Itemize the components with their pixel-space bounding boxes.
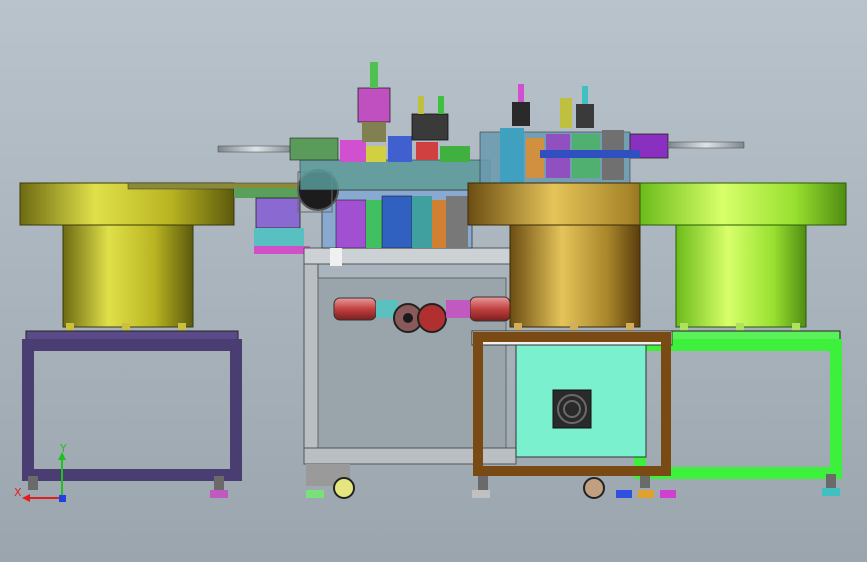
center-frame-bottom	[303, 447, 517, 465]
right-block-teal	[500, 128, 524, 184]
left-stand-frame	[22, 339, 242, 481]
triad-x-label: X	[14, 486, 22, 499]
column-block-green	[366, 200, 382, 248]
right-bowl-foot	[680, 323, 688, 331]
triad-z-origin	[59, 495, 66, 502]
track-bracket	[234, 188, 302, 198]
center-lower-block	[330, 248, 342, 266]
left-bowl-foot	[66, 323, 74, 331]
right-bowl-foot	[792, 323, 800, 331]
left-bowl-foot	[122, 323, 130, 331]
left-stand-leg	[214, 476, 224, 490]
brown-stand-foot	[472, 490, 490, 498]
right-cylinder-b-rod	[582, 86, 588, 104]
upper-block-yellow	[366, 146, 386, 162]
left-push-rod	[217, 145, 295, 153]
cad-viewport[interactable]: Y X	[0, 0, 867, 562]
track-support	[254, 228, 304, 248]
right-caster-wheel	[583, 477, 605, 499]
cylinder-left-column	[362, 122, 386, 142]
left-stand-leg	[28, 476, 38, 490]
left-bowl-foot	[178, 323, 186, 331]
column-block-teal	[412, 196, 432, 248]
left-stand[interactable]	[22, 330, 242, 498]
center-caster-wheel	[333, 477, 355, 499]
center-bowl-foot	[570, 323, 578, 331]
cylinder-left-rod	[370, 62, 378, 88]
right-bowl-foot	[736, 323, 744, 331]
left-bowl-rim	[19, 182, 235, 226]
upper-block-magenta	[340, 140, 366, 162]
cylinder-mid-rod-b	[438, 96, 444, 114]
column-block-grey	[446, 196, 468, 248]
green-stand-leg	[826, 474, 836, 488]
right-push-rod	[667, 141, 745, 149]
track-base	[254, 246, 310, 254]
column-block-blue	[381, 195, 413, 249]
triad-x-arrow	[22, 494, 30, 502]
right-motor-coupler	[446, 300, 470, 318]
triad-y-label: Y	[59, 442, 67, 455]
track-vibrator	[255, 197, 301, 229]
right-bowl-base	[675, 224, 807, 328]
column-block-orange	[432, 200, 446, 248]
upper-block-green	[440, 146, 470, 162]
right-foot-blue	[616, 490, 632, 498]
brown-stand-leg	[478, 476, 488, 490]
center-bowl-foot	[626, 323, 634, 331]
right-bowl-rim	[639, 182, 847, 226]
right-slide-bar	[540, 150, 640, 158]
right-motor	[469, 296, 511, 322]
center-bowl-base	[509, 224, 641, 328]
green-stand-leg	[640, 474, 650, 488]
column-block-purple	[335, 199, 367, 249]
upper-block-blue	[388, 136, 412, 162]
center-gear	[417, 303, 447, 333]
right-cylinder-b	[576, 104, 594, 128]
cylinder-mid-rod-a	[418, 96, 424, 114]
control-box[interactable]	[515, 344, 647, 458]
right-bowl-feeder[interactable]	[639, 182, 847, 331]
left-bowl-feeder[interactable]	[19, 182, 235, 331]
left-gear-hub	[403, 313, 413, 323]
cylinder-left	[357, 87, 391, 123]
right-cylinder-a-rod	[518, 84, 524, 102]
center-foot	[306, 490, 324, 498]
center-frame[interactable]	[303, 247, 517, 499]
left-push-cylinder	[289, 137, 339, 161]
left-motor	[333, 297, 377, 321]
center-frame-left-post	[303, 263, 319, 465]
right-foot-orange	[638, 490, 654, 498]
left-bowl-base	[62, 224, 194, 328]
center-bowl-foot	[514, 323, 522, 331]
right-foot-magenta	[660, 490, 676, 498]
right-cylinder-c	[560, 98, 572, 128]
right-cylinder-a	[512, 102, 530, 126]
right-mechanism[interactable]	[479, 84, 745, 185]
left-stand-foot	[210, 490, 228, 498]
upper-plate	[299, 159, 491, 191]
upper-block-red	[416, 142, 438, 160]
cylinder-mid	[411, 113, 449, 141]
green-stand-foot	[822, 488, 840, 496]
